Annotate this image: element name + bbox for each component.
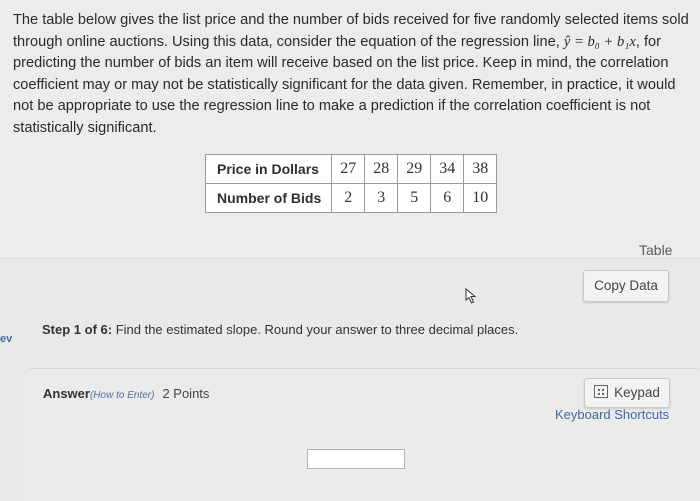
row-header: Price in Dollars <box>204 154 333 184</box>
answer-input[interactable] <box>307 449 405 469</box>
data-table: Price in Dollars 27 28 29 34 38 Number o… <box>204 154 498 213</box>
points-label: 2 Points <box>162 386 210 401</box>
table-cell: 2 <box>331 183 366 213</box>
answer-header: Answer(How to Enter) 2 Points <box>43 386 209 401</box>
table-cell: 3 <box>364 183 399 213</box>
table-cell: 6 <box>430 183 465 213</box>
problem-statement: The table below gives the list price and… <box>13 10 697 140</box>
table-row: Price in Dollars 27 28 29 34 38 <box>204 154 498 184</box>
table-cell: 29 <box>397 154 432 184</box>
keyboard-shortcuts-link[interactable]: Keyboard Shortcuts <box>555 407 669 422</box>
how-to-enter-link[interactable]: (How to Enter) <box>90 390 154 401</box>
keypad-button[interactable]: Keypad <box>584 378 670 408</box>
keypad-label: Keypad <box>614 385 660 400</box>
side-tab-label[interactable]: ev <box>0 333 12 345</box>
table-cell: 38 <box>463 154 498 184</box>
regression-equation: ŷ = b₀ + b₁x <box>563 33 636 50</box>
keypad-icon <box>594 385 609 398</box>
mouse-cursor-icon <box>465 288 477 304</box>
step-instruction: Step 1 of 6: Find the estimated slope. R… <box>42 322 518 337</box>
table-row: Number of Bids 2 3 5 6 10 <box>204 183 498 213</box>
table-cell: 27 <box>331 154 366 184</box>
table-cell: 34 <box>430 154 465 184</box>
divider <box>0 258 700 259</box>
step-number: Step 1 of 6: <box>42 322 113 337</box>
table-cell: 28 <box>364 154 399 184</box>
step-text: Find the estimated slope. Round your ans… <box>112 322 519 337</box>
table-cell: 5 <box>397 183 432 213</box>
copy-data-button[interactable]: Copy Data <box>583 270 669 302</box>
row-header: Number of Bids <box>204 183 333 213</box>
table-cell: 10 <box>463 183 498 213</box>
answer-label: Answer <box>43 386 90 401</box>
table-link[interactable]: Table <box>639 242 672 258</box>
